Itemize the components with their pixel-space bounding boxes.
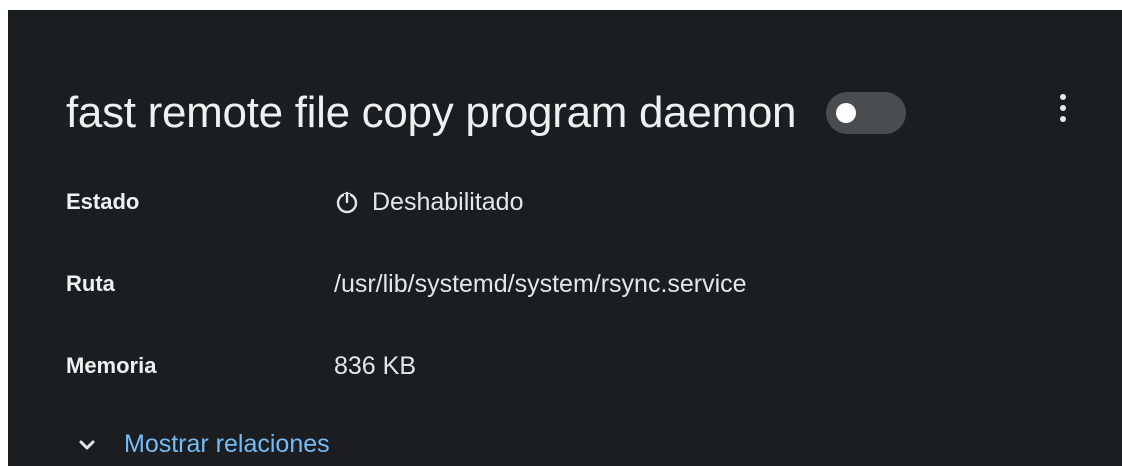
service-enable-toggle[interactable] [826, 92, 907, 134]
ruta-value: /usr/lib/systemd/system/rsync.service [334, 269, 747, 298]
service-details-panel: fast remote file copy program daemon Est… [8, 10, 1122, 466]
kebab-dot [1060, 116, 1066, 122]
service-title: fast remote file copy program daemon [66, 88, 797, 137]
estado-value-text: Deshabilitado [372, 187, 524, 216]
detail-row-memoria: Memoria 836 KB [66, 346, 416, 386]
power-off-icon [336, 191, 358, 214]
detail-row-estado: Estado Deshabilitado [66, 182, 524, 222]
service-header: fast remote file copy program daemon [66, 78, 907, 148]
kebab-dot [1060, 105, 1066, 111]
estado-label: Estado [66, 189, 140, 214]
detail-row-ruta: Ruta /usr/lib/systemd/system/rsync.servi… [66, 264, 747, 304]
kebab-dot [1060, 94, 1066, 100]
memoria-label: Memoria [66, 353, 157, 378]
memoria-value: 836 KB [334, 351, 417, 380]
chevron-down-icon [79, 440, 95, 449]
kebab-menu-icon[interactable] [1051, 84, 1075, 132]
estado-value: Deshabilitado [334, 188, 524, 217]
show-relations-link[interactable]: Mostrar relaciones [124, 430, 330, 459]
ruta-label: Ruta [66, 271, 115, 296]
show-relations-toggle[interactable]: Mostrar relaciones [78, 430, 330, 459]
toggle-knob [836, 103, 857, 123]
